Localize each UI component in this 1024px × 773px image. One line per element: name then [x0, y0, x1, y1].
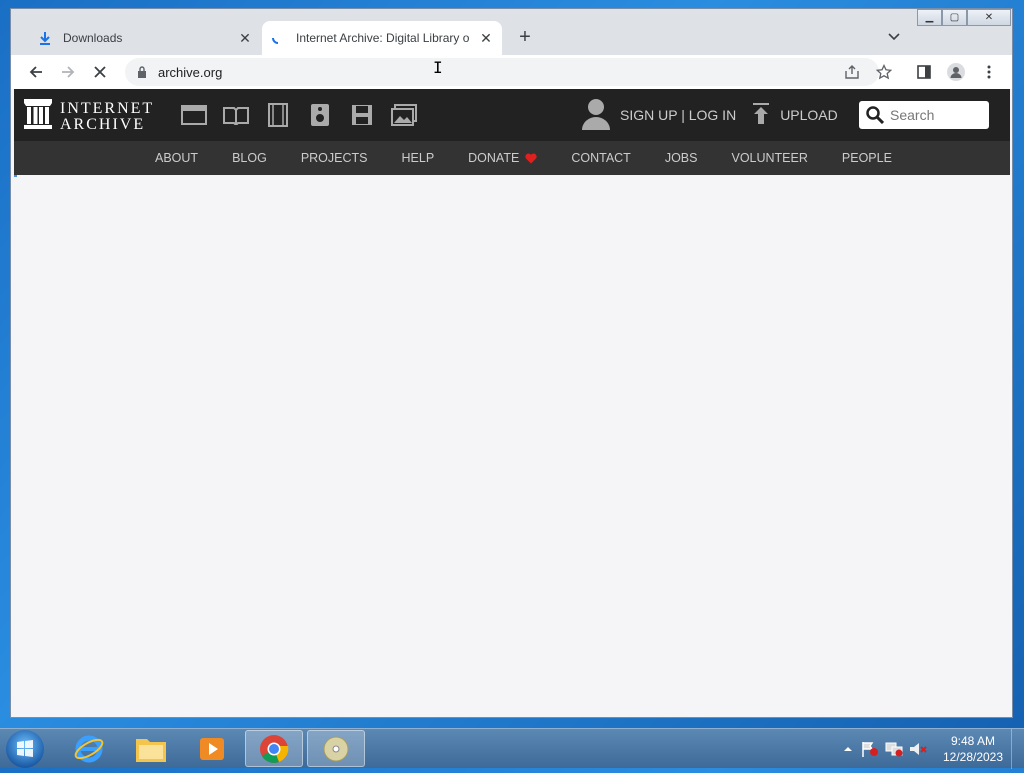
loading-spinner-icon — [270, 30, 286, 46]
page-content: INTERNET ARCHIVE SIGN UP | LOG IN UPLOAD… — [11, 89, 1012, 717]
menu-kebab-icon[interactable] — [977, 60, 1001, 84]
system-clock[interactable]: 9:48 AM 12/28/2023 — [938, 733, 1008, 765]
nav-jobs[interactable]: JOBS — [665, 151, 698, 165]
clock-time: 9:48 AM — [950, 734, 996, 748]
nav-help[interactable]: HELP — [402, 151, 435, 165]
heart-icon — [525, 153, 537, 164]
show-desktop-button[interactable] — [1011, 729, 1024, 769]
network-icon[interactable] — [885, 741, 903, 757]
ia-logo[interactable]: INTERNET ARCHIVE — [24, 99, 154, 134]
forward-icon[interactable] — [56, 60, 80, 84]
sign-up-log-in-link[interactable]: SIGN UP | LOG IN — [620, 107, 736, 123]
close-tab-icon[interactable]: ✕ — [478, 30, 494, 46]
close-tab-icon[interactable]: ✕ — [237, 30, 253, 46]
browser-window: Downloads ✕ Internet Archive: Digital Li… — [10, 8, 1013, 718]
close-window-button[interactable]: ✕ — [967, 9, 1011, 26]
file-explorer-icon[interactable] — [122, 730, 180, 767]
archive-building-icon — [24, 99, 52, 134]
chrome-taskbar-icon[interactable] — [245, 730, 303, 767]
images-icon[interactable] — [389, 101, 419, 129]
tab-downloads[interactable]: Downloads ✕ — [29, 21, 261, 55]
new-tab-button[interactable]: + — [513, 25, 537, 49]
nav-blog[interactable]: BLOG — [232, 151, 267, 165]
logo-line-2: ARCHIVE — [60, 115, 146, 133]
lock-icon — [137, 65, 149, 79]
ia-header: INTERNET ARCHIVE SIGN UP | LOG IN UPLOAD… — [14, 89, 1010, 141]
video-film-icon[interactable] — [263, 101, 293, 129]
windows-taskbar: 9:48 AM 12/28/2023 — [0, 728, 1024, 769]
clock-date: 12/28/2023 — [942, 750, 1004, 764]
nav-donate-label: DONATE — [468, 151, 520, 165]
logo-line-1: INTERNET — [60, 99, 155, 117]
nav-donate[interactable]: DONATE — [468, 151, 537, 165]
nav-people[interactable]: PEOPLE — [842, 151, 892, 165]
tab-title: Downloads — [63, 31, 123, 45]
window-controls: ▁ ▢ ✕ — [917, 9, 1011, 27]
volume-muted-icon[interactable] — [909, 741, 927, 757]
address-bar[interactable]: archive.org — [125, 58, 879, 86]
download-icon — [37, 30, 53, 46]
internet-explorer-icon[interactable] — [60, 730, 118, 767]
media-type-icons — [179, 101, 419, 129]
software-floppy-icon[interactable] — [347, 101, 377, 129]
media-player-icon[interactable] — [183, 730, 241, 767]
dvd-drive-icon[interactable] — [307, 730, 365, 767]
audio-speaker-icon[interactable] — [305, 101, 335, 129]
nav-contact[interactable]: CONTACT — [571, 151, 631, 165]
nav-volunteer[interactable]: VOLUNTEER — [731, 151, 807, 165]
back-icon[interactable] — [24, 60, 48, 84]
ia-search-box[interactable]: Search — [859, 101, 989, 129]
user-icon — [582, 98, 610, 133]
system-tray — [843, 729, 927, 769]
upload-link[interactable]: UPLOAD — [780, 107, 838, 123]
ia-account-area: SIGN UP | LOG IN UPLOAD — [582, 89, 838, 141]
tab-strip: Downloads ✕ Internet Archive: Digital Li… — [11, 9, 1012, 55]
text-cursor-icon: I — [433, 58, 443, 77]
tab-title: Internet Archive: Digital Library o — [296, 31, 470, 45]
minimize-button[interactable]: ▁ — [917, 9, 942, 26]
share-icon[interactable] — [840, 60, 864, 84]
web-icon[interactable] — [179, 101, 209, 129]
nav-about[interactable]: ABOUT — [155, 151, 198, 165]
maximize-button[interactable]: ▢ — [942, 9, 967, 26]
texts-book-icon[interactable] — [221, 101, 251, 129]
bookmark-star-icon[interactable] — [872, 60, 896, 84]
tab-internet-archive[interactable]: Internet Archive: Digital Library o ✕ — [262, 21, 502, 55]
url-text: archive.org — [158, 64, 223, 80]
tab-search-icon[interactable] — [884, 27, 904, 47]
start-button[interactable] — [6, 730, 44, 768]
action-center-flag-icon[interactable] — [861, 741, 879, 757]
profile-avatar-icon[interactable] — [944, 60, 968, 84]
page-load-progress — [14, 175, 17, 177]
side-panel-icon[interactable] — [912, 60, 936, 84]
upload-icon — [752, 102, 770, 128]
nav-projects[interactable]: PROJECTS — [301, 151, 368, 165]
ia-nav-bar: ABOUT BLOG PROJECTS HELP DONATE CONTACT … — [14, 141, 1010, 175]
browser-toolbar: archive.org — [11, 55, 1012, 89]
search-placeholder: Search — [890, 107, 935, 123]
stop-loading-icon[interactable] — [88, 60, 112, 84]
show-hidden-icons-icon[interactable] — [843, 746, 853, 752]
search-icon — [866, 106, 884, 124]
